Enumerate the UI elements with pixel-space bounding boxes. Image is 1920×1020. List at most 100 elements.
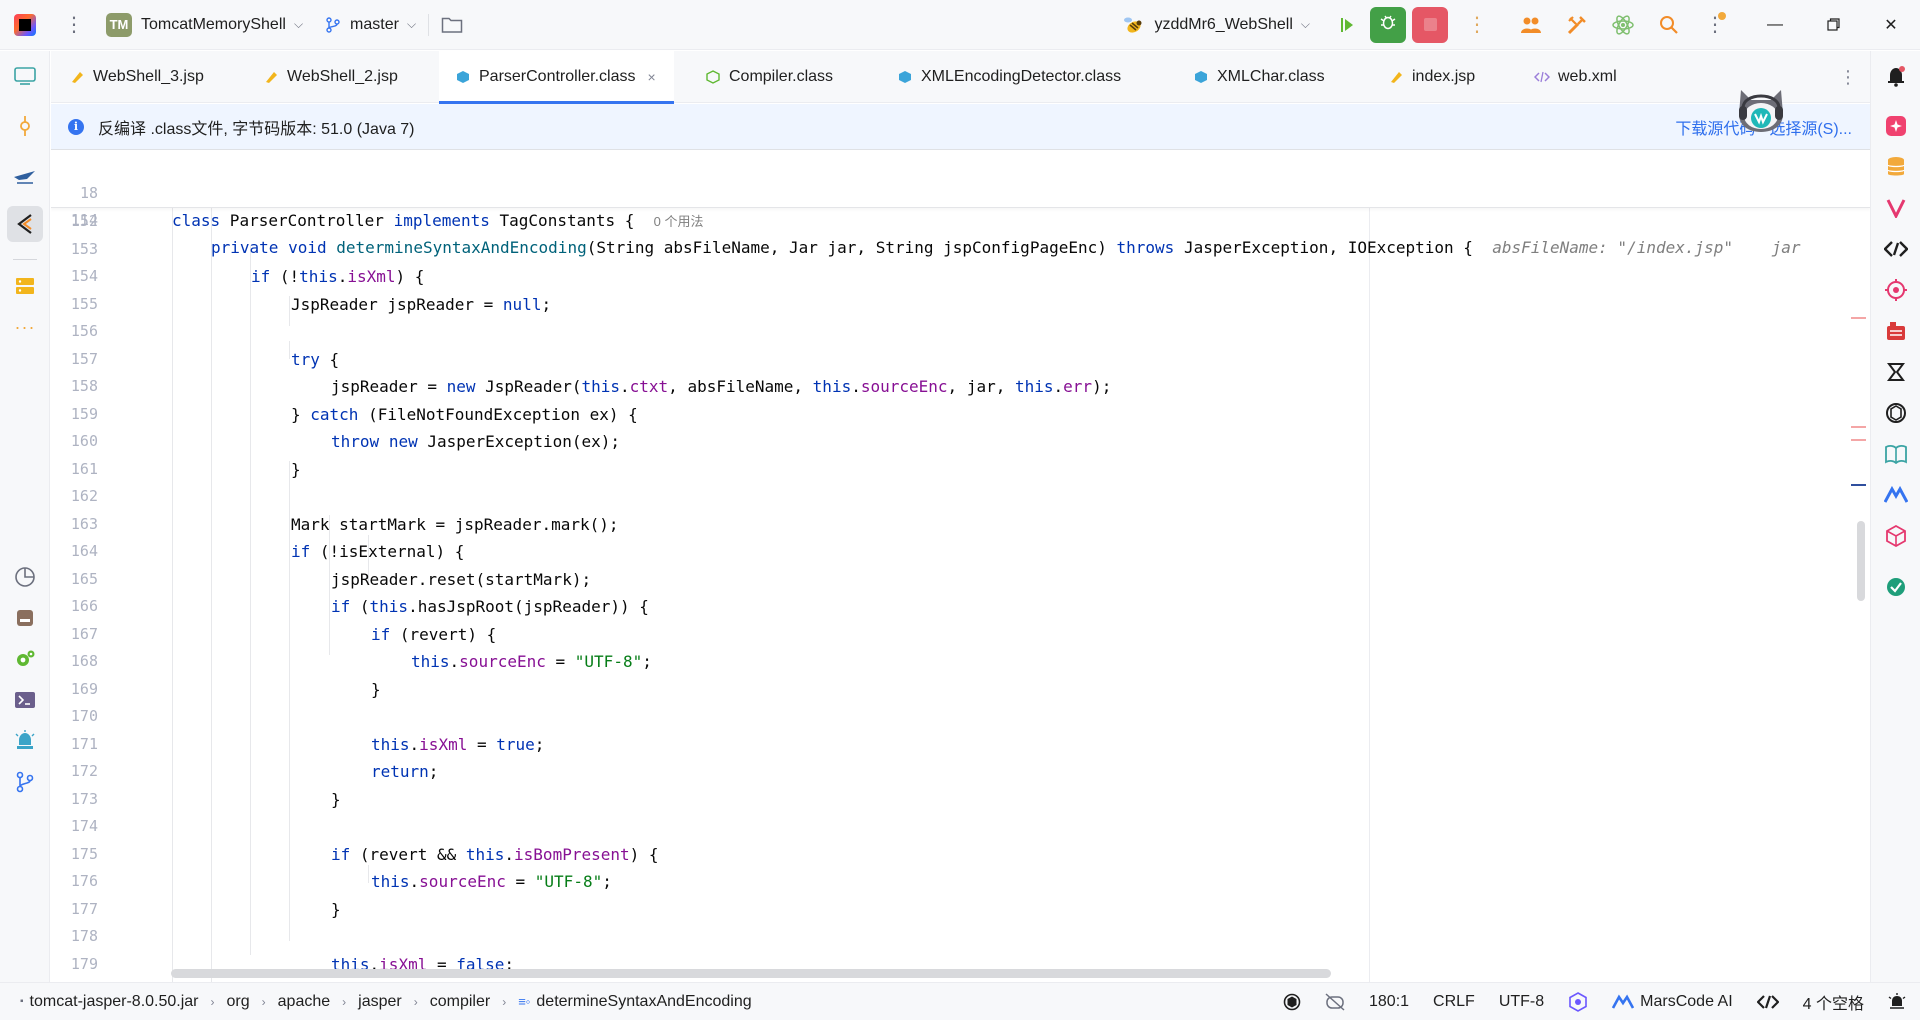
more-tools-icon[interactable]: ··· xyxy=(13,315,37,339)
database-icon[interactable] xyxy=(1884,155,1908,179)
marscode-icon[interactable] xyxy=(1884,483,1908,507)
intellij-logo-icon[interactable] xyxy=(14,13,36,36)
indent-setting[interactable]: 4 个空格 xyxy=(1803,990,1864,1014)
close-icon[interactable]: ✕ xyxy=(1862,0,1920,50)
maven-icon[interactable] xyxy=(1884,319,1908,343)
openai-status-icon[interactable] xyxy=(1283,993,1301,1011)
code-line: 114 private void determineSyntaxAndEncod… xyxy=(51,179,1870,258)
code-text[interactable]: private void determineSyntaxAndEncoding(… xyxy=(211,234,1800,262)
run-config-selector[interactable]: yzddMr6_WebShell ⌵ xyxy=(1145,0,1310,50)
code-line: 157 jspReader = new JspReader(this.ctxt,… xyxy=(51,346,1870,397)
error-stripe-mark[interactable] xyxy=(1851,317,1866,319)
code-line: 178 this.isXml = false; xyxy=(51,923,1870,974)
terminal-icon[interactable] xyxy=(13,688,37,712)
search-icon[interactable] xyxy=(1652,8,1686,42)
run-icon[interactable] xyxy=(1332,10,1362,40)
plugin-status-icon[interactable] xyxy=(1568,992,1588,1012)
commit-icon[interactable] xyxy=(13,114,37,138)
git-icon[interactable] xyxy=(13,770,37,794)
jsp-file-icon xyxy=(263,69,279,85)
class-file-icon xyxy=(1193,69,1209,85)
stop-button[interactable] xyxy=(1412,6,1448,43)
error-stripe-mark[interactable] xyxy=(1851,426,1866,428)
project-view-icon[interactable] xyxy=(13,64,37,88)
vertical-scrollbar[interactable] xyxy=(1857,521,1865,601)
target-icon[interactable] xyxy=(1884,278,1908,302)
jar-icon: ▪ xyxy=(20,996,24,1007)
project-selector[interactable]: TomcatMemoryShell ⌵ xyxy=(132,0,303,50)
code-editor[interactable]: 18 class ParserController implements Tag… xyxy=(51,151,1870,982)
notifications-bell-icon[interactable] xyxy=(1884,64,1908,88)
code-line: 161 xyxy=(51,456,1870,484)
breadcrumb-item[interactable]: jasper xyxy=(358,993,402,1011)
error-stripe-mark[interactable] xyxy=(1851,484,1866,486)
services-icon[interactable] xyxy=(13,606,37,630)
folder-icon[interactable] xyxy=(441,16,463,34)
tab-index-jsp[interactable]: index.jsp xyxy=(1388,51,1475,103)
deploy-plane-icon[interactable] xyxy=(13,164,37,188)
close-tab-icon[interactable]: × xyxy=(648,69,656,85)
usage-hint[interactable]: 0 个用法 xyxy=(654,214,704,229)
code-with-me-icon[interactable] xyxy=(1514,8,1548,42)
breadcrumb-item[interactable]: compiler xyxy=(430,993,490,1011)
copilot-disabled-icon[interactable] xyxy=(1325,993,1345,1011)
line-number: 176 xyxy=(70,872,98,890)
chevron-right-icon: › xyxy=(413,994,418,1009)
main-menu-icon[interactable]: ⋮ xyxy=(58,9,90,41)
breadcrumb-item[interactable]: org xyxy=(227,993,250,1011)
project-badge[interactable]: TM xyxy=(106,12,132,37)
vue-v-icon[interactable] xyxy=(1884,196,1908,220)
line-separator[interactable]: CRLF xyxy=(1433,993,1475,1011)
marscode-status[interactable]: MarsCode AI xyxy=(1612,993,1733,1011)
gitee-icon[interactable] xyxy=(1884,360,1908,384)
branch-selector[interactable]: master ⌵ xyxy=(325,0,416,50)
book-icon[interactable] xyxy=(1884,442,1908,466)
gear-services-icon[interactable] xyxy=(13,647,37,671)
tab-web-xml[interactable]: web.xml xyxy=(1534,51,1617,103)
caret-position[interactable]: 180:1 xyxy=(1369,993,1409,1011)
tab-xml-encoding-detector[interactable]: XMLEncodingDetector.class xyxy=(897,51,1121,103)
code-line: 160 } xyxy=(51,428,1870,479)
breadcrumb-item[interactable]: determineSyntaxAndEncoding xyxy=(536,993,751,1011)
jclasslib-icon[interactable] xyxy=(13,212,37,236)
code-text[interactable]: class ParserController implements TagCon… xyxy=(172,207,704,236)
tabs-overflow-icon[interactable]: ⋮ xyxy=(1839,51,1857,103)
tab-label: WebShell_3.jsp xyxy=(93,68,204,85)
restore-icon[interactable] xyxy=(1804,0,1862,50)
tab-xml-char[interactable]: XMLChar.class xyxy=(1193,51,1325,103)
editor-tab-bar: WebShell_3.jsp WebShell_2.jsp ParserCont… xyxy=(51,51,1870,104)
code-brackets-status-icon[interactable] xyxy=(1756,994,1779,1010)
settings-menu-icon[interactable]: ⋮ xyxy=(1698,8,1732,42)
notification-dot xyxy=(1718,11,1726,20)
tab-webshell-3[interactable]: WebShell_3.jsp xyxy=(69,51,204,103)
line-number: 162 xyxy=(70,487,98,505)
tab-compiler[interactable]: Compiler.class xyxy=(705,51,833,103)
tab-label: XMLEncodingDetector.class xyxy=(921,68,1122,85)
tab-webshell-2[interactable]: WebShell_2.jsp xyxy=(263,51,398,103)
build-tools-icon[interactable] xyxy=(1560,8,1594,42)
memory-indicator-icon[interactable] xyxy=(1888,993,1906,1011)
code-brackets-icon[interactable] xyxy=(1884,237,1908,261)
code-line: 171 return; xyxy=(51,731,1870,782)
breadcrumb-item[interactable]: tomcat-jasper-8.0.50.jar xyxy=(30,993,199,1011)
react-atom-icon[interactable] xyxy=(1606,8,1640,42)
project-name: TomcatMemoryShell xyxy=(141,15,286,33)
database-tool-icon[interactable] xyxy=(13,274,37,298)
error-stripe-mark[interactable] xyxy=(1851,439,1866,441)
more-actions-icon[interactable]: ⋮ xyxy=(1460,8,1494,42)
breadcrumb-item[interactable]: apache xyxy=(278,993,331,1011)
cube-icon[interactable] xyxy=(1884,524,1908,548)
line-number: 178 xyxy=(70,927,98,945)
ai-assistant-icon[interactable] xyxy=(1884,114,1908,138)
file-encoding[interactable]: UTF-8 xyxy=(1499,993,1544,1011)
problems-icon[interactable] xyxy=(13,729,37,753)
minimize-icon[interactable]: — xyxy=(1746,0,1804,50)
profiler-icon[interactable] xyxy=(13,565,37,589)
marscode-label: MarsCode AI xyxy=(1640,993,1733,1010)
tab-parser-controller[interactable]: ParserController.class × xyxy=(439,51,674,104)
openai-icon[interactable] xyxy=(1884,401,1908,425)
code-line: 165 if (this.hasJspRoot(jspReader)) { xyxy=(51,566,1870,617)
debug-button[interactable] xyxy=(1370,6,1406,43)
check-badge-icon[interactable] xyxy=(1884,575,1908,599)
horizontal-scrollbar[interactable] xyxy=(171,969,1331,978)
